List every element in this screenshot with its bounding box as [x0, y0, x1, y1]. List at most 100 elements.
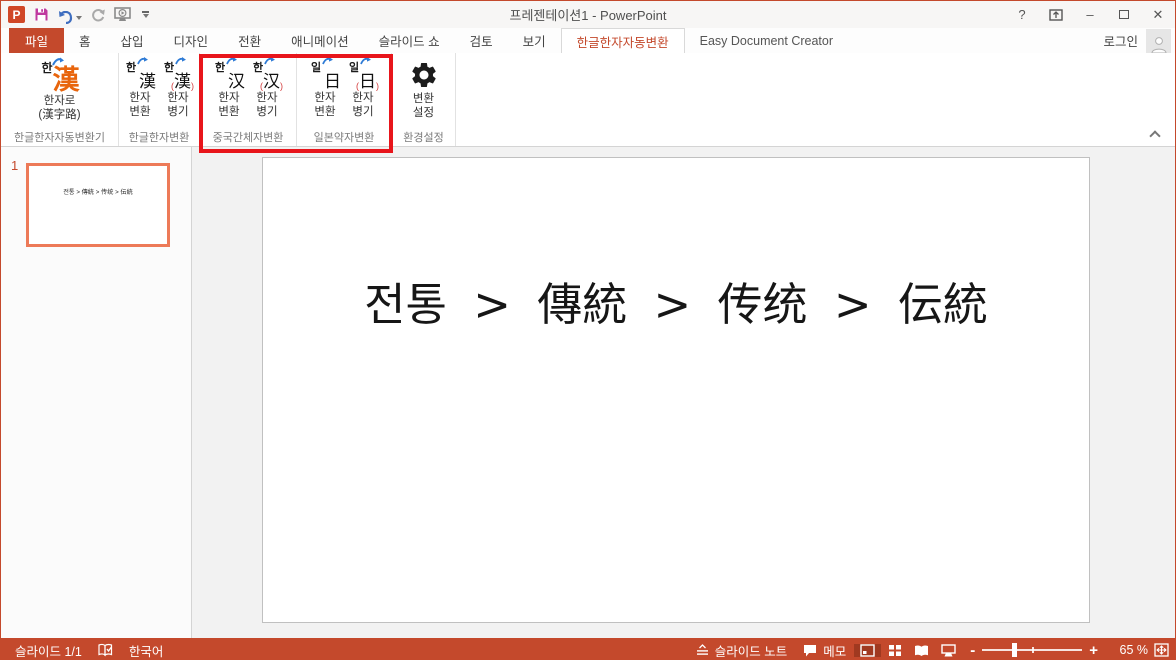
- save-button[interactable]: [34, 6, 49, 24]
- zoom-slider[interactable]: [982, 649, 1082, 651]
- tab-slideshow[interactable]: 슬라이드 쇼: [364, 28, 455, 53]
- powerpoint-logo-icon[interactable]: P: [8, 6, 25, 23]
- icon-big-char: 漢: [174, 73, 191, 91]
- button-label: 한자로: [44, 94, 76, 108]
- group-label: 한글한자변환: [119, 129, 199, 146]
- login-button[interactable]: 로그인: [1103, 31, 1138, 50]
- icon-big-char: 日: [359, 73, 376, 91]
- tab-design[interactable]: 디자인: [159, 28, 224, 53]
- tab-review[interactable]: 검토: [455, 28, 508, 53]
- slide-sorter-button[interactable]: [881, 644, 908, 657]
- icon-big-char: 漢: [139, 73, 156, 91]
- slide-counter: 슬라이드 1/1: [7, 641, 90, 660]
- ribbon-group-japanese-abbrev: 일 日 한자 변환 일 (日) 한자 병기 일본약: [297, 53, 392, 146]
- hanja-convert-button-kr[interactable]: 한 漢 한자 변환: [121, 56, 159, 121]
- undo-icon: [58, 11, 74, 24]
- tab-view[interactable]: 보기: [508, 28, 561, 53]
- group-label: 환경설정: [392, 129, 455, 146]
- customize-qat-button[interactable]: [142, 11, 149, 18]
- ribbon-tab-row: 파일 홈 삽입 디자인 전환 애니메이션 슬라이드 쇼 검토 보기 한글한자자동…: [1, 28, 1175, 53]
- fit-slide-button[interactable]: [1148, 643, 1175, 657]
- collapse-ribbon-button[interactable]: [1150, 129, 1159, 138]
- slide-thumbnail[interactable]: 전통 > 傳統 > 传统 > 伝統: [26, 163, 170, 247]
- slide-thumbnails-panel[interactable]: 1 전통 > 傳統 > 传统 > 伝統: [1, 147, 192, 638]
- slideshow-view-button[interactable]: [935, 644, 962, 657]
- start-slideshow-button[interactable]: [114, 6, 131, 24]
- comment-icon: [803, 644, 817, 657]
- avatar[interactable]: [1146, 29, 1171, 53]
- icon-big-char: 漢: [52, 67, 79, 94]
- button-label: (漢字路): [38, 108, 80, 122]
- blue-arrow-icon: [322, 57, 334, 65]
- tab-insert[interactable]: 삽입: [106, 28, 159, 53]
- hanja-cn-icon: 한 汉: [213, 58, 245, 91]
- hanja-ro-button[interactable]: 한 漢 한자로 (漢字路): [35, 56, 83, 124]
- button-label: 한자: [352, 91, 373, 105]
- redo-button[interactable]: [91, 6, 105, 24]
- language-indicator[interactable]: 한국어: [121, 641, 172, 660]
- undo-dropdown-icon[interactable]: [76, 16, 82, 20]
- slide-sorter-icon: [888, 644, 902, 657]
- maximize-button[interactable]: [1107, 1, 1141, 28]
- tab-home[interactable]: 홈: [64, 28, 106, 53]
- zoom-in-button[interactable]: +: [1089, 643, 1098, 658]
- spellcheck-indicator[interactable]: [90, 643, 121, 657]
- icon-big-char: 汉: [263, 73, 280, 91]
- icon-small-char: 한: [126, 59, 136, 75]
- person-icon: [1150, 35, 1168, 53]
- hanja-annotate-button-kr[interactable]: 한 (漢) 한자 병기: [159, 56, 197, 121]
- tab-transitions[interactable]: 전환: [223, 28, 276, 53]
- main-content: 1 전통 > 傳統 > 传统 > 伝統 전통 > 傳統 > 传统 > 伝統: [1, 147, 1175, 638]
- status-bar: 슬라이드 1/1 한국어 슬라이드 노트 메모: [1, 638, 1175, 660]
- zoom-out-button[interactable]: -: [970, 643, 975, 658]
- zoom-controls: - +: [962, 643, 1106, 658]
- hanja-annotate-button-jp[interactable]: 일 (日) 한자 병기: [344, 56, 382, 121]
- file-tab[interactable]: 파일: [9, 28, 64, 53]
- button-label: 한자: [314, 91, 335, 105]
- icon-small-char: 한: [41, 59, 52, 76]
- tab-hangul-hanja-auto-convert[interactable]: 한글한자자동변환: [561, 28, 685, 53]
- button-label: 변환: [413, 92, 434, 106]
- button-label: 한자: [218, 91, 239, 105]
- notes-toggle[interactable]: 슬라이드 노트: [688, 641, 795, 660]
- slide-text[interactable]: 전통 > 傳統 > 传统 > 伝統: [263, 268, 1089, 333]
- ribbon-display-options-button[interactable]: [1039, 1, 1073, 28]
- paren-close: ): [191, 81, 194, 91]
- minimize-button[interactable]: –: [1073, 1, 1107, 28]
- save-icon: [34, 7, 49, 22]
- slide-editing-area[interactable]: 전통 > 傳統 > 传统 > 伝統: [192, 147, 1175, 638]
- blue-arrow-icon: [360, 57, 372, 65]
- redo-icon: [91, 8, 105, 22]
- blue-arrow-icon: [226, 57, 238, 65]
- icon-big-char: 日: [324, 73, 341, 91]
- slide-canvas[interactable]: 전통 > 傳統 > 传统 > 伝統: [262, 157, 1090, 623]
- close-button[interactable]: ✕: [1141, 1, 1175, 28]
- spellcheck-icon: [98, 643, 113, 657]
- button-label: 변환: [129, 105, 150, 119]
- tab-easy-document-creator[interactable]: Easy Document Creator: [685, 28, 848, 53]
- tab-animations[interactable]: 애니메이션: [276, 28, 364, 53]
- hanja-orange-icon: 한 漢: [39, 58, 79, 94]
- group-label: 한글한자자동변환기: [1, 129, 118, 146]
- customize-qat-icon: [142, 11, 149, 13]
- zoom-slider-handle[interactable]: [1012, 643, 1017, 657]
- button-label: 병기: [352, 105, 373, 119]
- zoom-level[interactable]: 65 %: [1106, 643, 1148, 657]
- slideshow-icon: [114, 7, 131, 22]
- icon-big-char: 汉: [228, 73, 245, 91]
- blue-arrow-icon: [137, 57, 149, 65]
- conversion-settings-button[interactable]: 변환 설정: [404, 56, 444, 122]
- slide-number: 1: [11, 158, 18, 173]
- undo-button[interactable]: [58, 6, 82, 24]
- maximize-icon: [1119, 10, 1129, 19]
- notes-icon: [696, 644, 709, 656]
- comments-toggle[interactable]: 메모: [795, 641, 854, 660]
- reading-view-button[interactable]: [908, 644, 935, 657]
- ribbon: 한 漢 한자로 (漢字路) 한글한자자동변환기 한 漢: [1, 53, 1175, 147]
- thumbnail-text: 전통 > 傳統 > 传统 > 伝統: [32, 186, 163, 196]
- help-button[interactable]: ?: [1005, 1, 1039, 28]
- normal-view-button[interactable]: [854, 644, 881, 657]
- hanja-convert-button-jp[interactable]: 일 日 한자 변환: [306, 56, 344, 121]
- hanja-convert-button-cn[interactable]: 한 汉 한자 변환: [210, 56, 248, 121]
- hanja-annotate-button-cn[interactable]: 한 (汉) 한자 병기: [248, 56, 286, 121]
